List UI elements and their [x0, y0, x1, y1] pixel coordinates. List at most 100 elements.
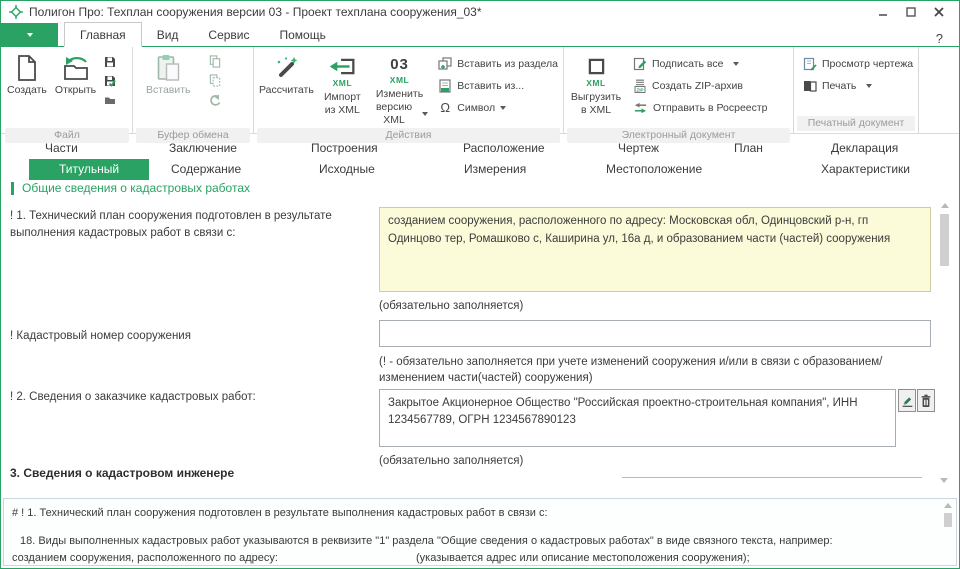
window-title: Полигон Про: Техплан сооружения версии 0…	[29, 5, 482, 19]
maximize-button[interactable]	[899, 4, 923, 21]
paste-special-button[interactable]	[207, 74, 223, 87]
tab-raspolozhenie[interactable]: Расположение	[463, 141, 545, 155]
scrollbar-thumb[interactable]	[944, 513, 952, 527]
scrollbar-thumb[interactable]	[940, 214, 949, 266]
tab-harakteristiki[interactable]: Характеристики	[821, 162, 910, 176]
import-xml-button[interactable]: XML Импорт из XML	[318, 49, 367, 127]
preview-drawing-button[interactable]: Просмотр чертежа	[803, 56, 913, 71]
minimize-button[interactable]	[871, 4, 895, 21]
app-window: Полигон Про: Техплан сооружения версии 0…	[0, 0, 960, 569]
section-tabs: Части Заключение Построения Расположение…	[1, 134, 959, 198]
insert-from-button[interactable]: Вставить из...	[438, 78, 558, 93]
import-xml-label-1: Импорт	[324, 91, 361, 104]
zip-archive-icon: ZIP	[633, 79, 647, 93]
change-xml-version-button[interactable]: 03 XML Изменить версию XML	[367, 49, 432, 127]
change-version-label-2: версию XML	[371, 101, 417, 127]
field1-note: (обязательно заполняется)	[379, 298, 931, 314]
sign-all-icon	[633, 57, 647, 71]
symbol-button[interactable]: Ω Символ	[438, 100, 558, 115]
export-xml-icon	[588, 58, 605, 75]
tab-titulny-active[interactable]: Титульный	[29, 159, 149, 180]
ribbon: Создать Открыть	[1, 47, 959, 134]
save-as-icon	[104, 75, 116, 87]
new-document-icon	[16, 55, 38, 81]
menu-tabs: Главная Вид Сервис Помощь	[64, 22, 341, 46]
file-menu-button[interactable]	[1, 23, 58, 47]
tab-plan[interactable]: План	[734, 141, 763, 155]
edit-customer-button[interactable]	[898, 389, 916, 412]
copy-icon	[209, 55, 221, 68]
menu-tab-servis[interactable]: Сервис	[193, 22, 264, 46]
export-xml-button[interactable]: XML Выгрузить в XML	[565, 49, 627, 127]
hint-panel: # ! 1. Технический план сооружения подго…	[3, 498, 957, 566]
create-zip-button[interactable]: ZIP Создать ZIP-архив	[633, 78, 768, 93]
title-bar: Полигон Про: Техплан сооружения версии 0…	[1, 1, 959, 23]
tab-ishodnye[interactable]: Исходные	[319, 162, 375, 176]
tab-izmereniya[interactable]: Измерения	[464, 162, 526, 176]
send-arrows-icon	[633, 102, 648, 114]
delete-customer-button[interactable]	[917, 389, 935, 412]
menu-tab-pomosch[interactable]: Помощь	[265, 22, 341, 46]
tab-postroeniya[interactable]: Построения	[311, 141, 378, 155]
close-file-button[interactable]	[102, 93, 118, 106]
close-folder-icon	[104, 95, 116, 105]
calculate-button-label: Рассчитать	[259, 84, 314, 97]
subsection-link[interactable]: Общие сведения о кадастровых работах	[11, 181, 250, 195]
save-button[interactable]	[102, 55, 118, 68]
import-xml-label-2: из XML	[325, 104, 360, 117]
tab-chasti[interactable]: Части	[45, 141, 78, 155]
symbol-label: Символ	[457, 102, 495, 114]
paste-button[interactable]: Вставить	[142, 49, 195, 127]
insert-from-section-label: Вставить из раздела	[457, 58, 558, 70]
calculate-button[interactable]: Рассчитать	[255, 49, 318, 127]
sign-all-button[interactable]: Подписать все	[633, 56, 768, 71]
version-03-icon: 03	[390, 57, 409, 72]
help-button[interactable]: ?	[920, 31, 959, 46]
tab-zaklyuchenie[interactable]: Заключение	[169, 141, 237, 155]
scroll-up-icon[interactable]	[944, 503, 952, 508]
scroll-up-icon[interactable]	[941, 203, 949, 208]
insert-from-section-icon	[438, 57, 452, 71]
cadastral-label: ! Кадастровый номер сооружения	[10, 328, 368, 345]
sign-all-label: Подписать все	[652, 58, 723, 70]
tab-soderzhanie[interactable]: Содержание	[171, 162, 241, 176]
tab-chertezh[interactable]: Чертеж	[618, 141, 659, 155]
omega-icon: Ω	[438, 101, 452, 114]
file-small-buttons	[100, 49, 122, 106]
ribbon-group-print: Просмотр чертежа Печать Печатный докумен…	[794, 47, 919, 133]
save-as-button[interactable]	[102, 74, 118, 87]
insert-from-section-button[interactable]: Вставить из раздела	[438, 56, 558, 71]
print-button[interactable]: Печать	[803, 78, 913, 93]
form-scrollbar[interactable]	[937, 201, 952, 485]
hint-line-3-left: созданием сооружения, расположенного по …	[12, 552, 278, 564]
new-button-label: Создать	[7, 84, 47, 97]
field2-label: ! 2. Сведения о заказчике кадастровых ра…	[10, 389, 368, 406]
menu-tab-glavnaya[interactable]: Главная	[64, 22, 142, 47]
chevron-down-icon	[27, 33, 33, 37]
undo-button[interactable]	[207, 93, 223, 106]
insert-from-icon	[438, 79, 452, 93]
hint-line-2: 18. Виды выполненных кадастровых работ у…	[20, 535, 833, 547]
copy-button[interactable]	[207, 55, 223, 68]
customer-textarea[interactable]: Закрытое Акционерное Общество "Российска…	[379, 389, 896, 447]
new-button[interactable]: Создать	[3, 49, 51, 127]
subsection-marker	[11, 182, 14, 195]
hint-scrollbar[interactable]	[941, 501, 954, 563]
paste-icon	[156, 54, 181, 82]
ribbon-group-label-print: Печатный документ	[797, 116, 915, 131]
close-button[interactable]	[927, 4, 951, 21]
field1-textarea[interactable]: созданием сооружения, расположенного по …	[379, 207, 931, 292]
cadastral-number-input[interactable]	[379, 320, 931, 347]
xml-caption: XML	[586, 79, 605, 88]
tab-mestopolozhenie[interactable]: Местоположение	[606, 162, 702, 176]
send-rosreestr-button[interactable]: Отправить в Росреестр	[633, 100, 768, 115]
tab-deklaraciya[interactable]: Декларация	[831, 141, 898, 155]
scroll-down-icon[interactable]	[940, 478, 948, 483]
menu-tab-label: Главная	[80, 28, 126, 42]
chevron-down-icon	[422, 112, 428, 116]
menu-tab-vid[interactable]: Вид	[142, 22, 194, 46]
open-button[interactable]: Открыть	[51, 49, 100, 127]
open-icon	[61, 55, 91, 81]
svg-text:ZIP: ZIP	[636, 87, 643, 92]
paste-special-icon	[209, 74, 221, 87]
